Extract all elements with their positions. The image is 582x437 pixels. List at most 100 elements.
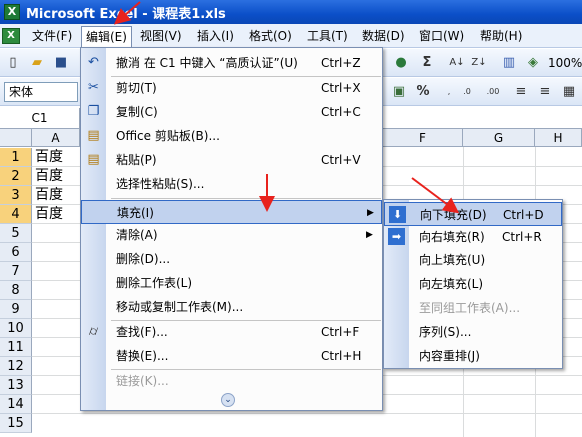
row-header[interactable]: 8 [0, 281, 32, 300]
menu-bar: X 文件(F) 编辑(E) 视图(V) 插入(I) 格式(O) 工具(T) 数据… [0, 24, 582, 48]
menu-item-label: 向左填充(L) [419, 277, 484, 291]
row-header[interactable]: 14 [0, 395, 32, 414]
menu-item-shortcut: Ctrl+X [321, 81, 361, 95]
row-header[interactable]: 11 [0, 338, 32, 357]
menu-tools[interactable]: 工具(T) [303, 27, 352, 45]
menu-data[interactable]: 数据(D) [358, 27, 409, 45]
font-name-select[interactable]: 宋体 [4, 82, 78, 102]
menu-item-label: Office 剪贴板(B)... [116, 129, 220, 143]
decrease-indent-icon[interactable]: ≡ [512, 83, 530, 101]
menu-item-label: 删除(D)... [116, 252, 171, 266]
drawing-icon[interactable]: ◈ [524, 54, 542, 72]
new-document-icon[interactable]: ▯ [4, 54, 22, 72]
increase-indent-icon[interactable]: ≡ [536, 83, 554, 101]
menu-item-undo[interactable]: ↶ 撤消 在 C1 中键入 “高质认证”(U) Ctrl+Z [81, 51, 382, 75]
submenu-item-across-worksheets: 至同组工作表(A)... [384, 296, 562, 320]
menu-item-delete-sheet[interactable]: 删除工作表(L) [81, 271, 382, 295]
menu-format[interactable]: 格式(O) [245, 27, 296, 45]
menu-item-label: 链接(K)... [116, 374, 169, 388]
menu-item-delete[interactable]: 删除(D)... [81, 247, 382, 271]
row-header[interactable]: 15 [0, 414, 32, 433]
expand-menu-chevron-icon[interactable]: ⌄ [221, 393, 235, 407]
menu-item-paste-special[interactable]: 选择性粘贴(S)... [81, 172, 382, 196]
hyperlink-icon[interactable]: ● [392, 54, 410, 72]
menu-item-shortcut: Ctrl+F [321, 325, 360, 339]
submenu-item-fill-up[interactable]: 向上填充(U) [384, 248, 562, 272]
paste-icon: ▤ [87, 152, 100, 167]
column-header-a[interactable]: A [32, 129, 80, 147]
excel-app-icon: X [4, 4, 20, 20]
row-header[interactable]: 12 [0, 357, 32, 376]
menu-item-label: 向上填充(U) [419, 253, 486, 267]
menu-item-paste[interactable]: ▤ 粘贴(P) Ctrl+V [81, 148, 382, 172]
menu-item-links: 链接(K)... [81, 369, 382, 393]
row-header[interactable]: 5 [0, 224, 32, 243]
submenu-item-fill-down[interactable]: ⬇ 向下填充(D) Ctrl+D [384, 202, 562, 226]
menu-help[interactable]: 帮助(H) [476, 27, 526, 45]
comma-style-icon[interactable]: , [440, 83, 458, 101]
column-header-g[interactable]: G [463, 129, 535, 147]
menu-file[interactable]: 文件(F) [28, 27, 76, 45]
borders-icon[interactable]: ▦ [560, 83, 578, 101]
open-folder-icon[interactable]: ▰ [28, 54, 46, 72]
zoom-select[interactable]: 100% [548, 54, 582, 72]
undo-icon: ↶ [88, 55, 99, 70]
menu-item-shortcut: Ctrl+V [321, 153, 361, 167]
menu-item-find[interactable]: ⌭ 查找(F)... Ctrl+F [81, 320, 382, 344]
fill-down-icon: ⬇ [389, 206, 406, 223]
submenu-item-justify[interactable]: 内容重排(J) [384, 344, 562, 368]
menu-view[interactable]: 视图(V) [136, 27, 186, 45]
cell-a3[interactable]: 百度 [35, 186, 63, 205]
row-header[interactable]: 4 [0, 205, 32, 224]
cell-a2[interactable]: 百度 [35, 167, 63, 186]
menu-separator [111, 198, 381, 199]
name-box[interactable]: C1 [0, 108, 80, 128]
submenu-item-series[interactable]: 序列(S)... [384, 320, 562, 344]
menu-item-fill[interactable]: 填充(I) ▶ [81, 200, 382, 224]
submenu-item-fill-left[interactable]: 向左填充(L) [384, 272, 562, 296]
menu-edit[interactable]: 编辑(E) [81, 26, 132, 48]
submenu-arrow-icon: ▶ [366, 230, 373, 240]
row-header[interactable]: 10 [0, 319, 32, 338]
chart-wizard-icon[interactable]: ▥ [500, 54, 518, 72]
menu-item-cut[interactable]: ✂ 剪切(T) Ctrl+X [81, 76, 382, 100]
submenu-item-fill-right[interactable]: ➡ 向右填充(R) Ctrl+R [384, 225, 562, 249]
row-header[interactable]: 3 [0, 186, 32, 205]
workbook-icon[interactable]: X [2, 28, 20, 44]
currency-icon[interactable]: ▣ [390, 83, 408, 101]
menu-item-label: 粘贴(P) [116, 153, 157, 167]
menu-item-move-copy-sheet[interactable]: 移动或复制工作表(M)... [81, 295, 382, 319]
autosum-icon[interactable]: Σ [418, 54, 436, 72]
sort-descending-icon[interactable]: Z↓ [470, 54, 488, 72]
cell-a4[interactable]: 百度 [35, 205, 63, 224]
row-header[interactable]: 7 [0, 262, 32, 281]
decrease-decimal-icon[interactable]: .00 [484, 83, 502, 101]
sort-ascending-icon[interactable]: A↓ [448, 54, 466, 72]
menu-item-shortcut: Ctrl+C [321, 105, 361, 119]
menu-item-label: 填充(I) [117, 206, 154, 220]
cell-a1[interactable]: 百度 [35, 148, 63, 167]
increase-decimal-icon[interactable]: .0 [458, 83, 476, 101]
row-header[interactable]: 1 [0, 148, 32, 167]
menu-item-label: 移动或复制工作表(M)... [116, 300, 244, 314]
title-bar: X Microsoft Excel - 课程表1.xls [0, 0, 582, 24]
percent-style-icon[interactable]: % [414, 83, 432, 101]
row-header[interactable]: 2 [0, 167, 32, 186]
row-header[interactable]: 6 [0, 243, 32, 262]
submenu-arrow-icon: ▶ [367, 208, 374, 218]
menu-item-label: 至同组工作表(A)... [419, 301, 521, 315]
column-header-f[interactable]: F [383, 129, 463, 147]
menu-window[interactable]: 窗口(W) [415, 27, 468, 45]
menu-insert[interactable]: 插入(I) [193, 27, 238, 45]
fill-right-icon: ➡ [388, 228, 405, 245]
row-header[interactable]: 9 [0, 300, 32, 319]
menu-item-office-clipboard[interactable]: ▤ Office 剪贴板(B)... [81, 124, 382, 148]
select-all-corner[interactable] [0, 129, 32, 147]
column-header-h[interactable]: H [535, 129, 582, 147]
menu-item-copy[interactable]: ❐ 复制(C) Ctrl+C [81, 100, 382, 124]
save-icon[interactable]: ■ [52, 54, 70, 72]
row-header[interactable]: 13 [0, 376, 32, 395]
menu-item-clear[interactable]: 清除(A) ▶ [81, 223, 382, 247]
window-title: Microsoft Excel - 课程表1.xls [26, 7, 226, 22]
menu-item-replace[interactable]: 替换(E)... Ctrl+H [81, 344, 382, 368]
